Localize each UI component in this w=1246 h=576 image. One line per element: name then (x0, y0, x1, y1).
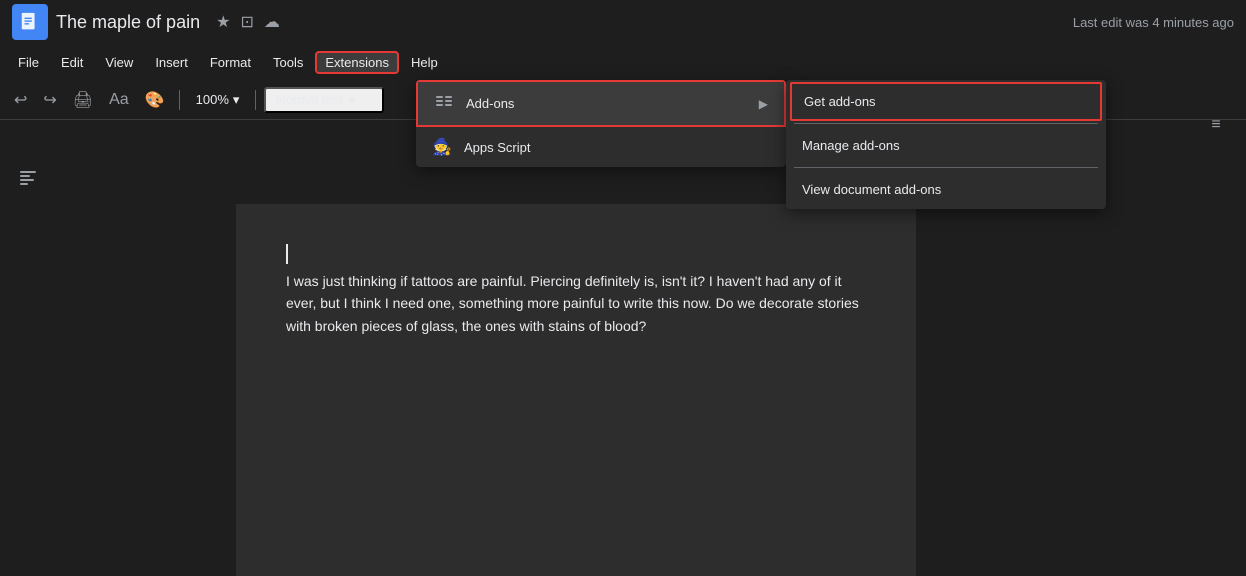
undo-button[interactable]: ↩ (8, 86, 33, 114)
sidebar (0, 144, 56, 576)
menu-file[interactable]: File (8, 51, 49, 74)
apps-script-label: Apps Script (464, 140, 770, 155)
title-bar: The maple of pain ★ ⊡ ☁ Last edit was 4 … (0, 0, 1246, 44)
style-value: Normal text (276, 92, 342, 107)
menu-tools[interactable]: Tools (263, 51, 313, 74)
menu-format[interactable]: Format (200, 51, 261, 74)
zoom-value: 100% (196, 92, 229, 107)
addons-arrow: ▶ (759, 97, 768, 111)
menu-edit[interactable]: Edit (51, 51, 93, 74)
app-icon[interactable] (12, 4, 48, 40)
addons-menu-item[interactable]: Add-ons ▶ (416, 80, 786, 127)
star-icon[interactable]: ★ (216, 12, 230, 32)
cloud-icon[interactable]: ☁ (264, 12, 280, 32)
menu-view[interactable]: View (95, 51, 143, 74)
zoom-arrow: ▾ (233, 92, 240, 108)
text-cursor (286, 244, 288, 264)
doc-body-text[interactable]: I was just thinking if tattoos are painf… (286, 270, 866, 337)
menu-extensions[interactable]: Extensions (315, 51, 399, 74)
line-spacing-icon[interactable]: ≡ (1207, 112, 1224, 138)
submenu-separator-1 (794, 123, 1098, 124)
drive-icon[interactable]: ⊡ (240, 12, 253, 32)
submenu-separator-2 (794, 167, 1098, 168)
apps-script-menu-item[interactable]: 🧙 Apps Script (416, 127, 786, 167)
manage-addons-item[interactable]: Manage add-ons (786, 126, 1106, 165)
doc-page: I was just thinking if tattoos are painf… (236, 204, 916, 576)
addons-label: Add-ons (466, 96, 747, 111)
apps-script-icon: 🧙 (432, 137, 452, 157)
menu-help[interactable]: Help (401, 51, 448, 74)
paint-format-button[interactable]: 🎨 (139, 86, 171, 114)
redo-button[interactable]: ↪ (37, 86, 62, 114)
view-addons-label: View document add-ons (802, 182, 941, 197)
menu-bar: File Edit View Insert Format Tools Exten… (0, 44, 1246, 80)
sidebar-doc-outline[interactable] (10, 160, 46, 196)
spell-check-button[interactable]: Aa (103, 87, 135, 113)
divider-2 (255, 90, 256, 110)
manage-addons-label: Manage add-ons (802, 138, 900, 153)
addons-icon (434, 92, 454, 115)
print-button[interactable]: 🖨 (67, 86, 99, 114)
get-addons-item[interactable]: Get add-ons (790, 82, 1102, 121)
extensions-dropdown: Add-ons ▶ 🧙 Apps Script (416, 80, 786, 167)
divider-1 (179, 90, 180, 110)
menu-insert[interactable]: Insert (145, 51, 198, 74)
get-addons-label: Get add-ons (804, 94, 876, 109)
addons-submenu: Get add-ons Manage add-ons View document… (786, 80, 1106, 209)
style-selector[interactable]: Normal text ▾ (264, 87, 384, 113)
view-addons-item[interactable]: View document add-ons (786, 170, 1106, 209)
zoom-control[interactable]: 100% ▾ (188, 89, 248, 111)
doc-title: The maple of pain (56, 12, 200, 33)
style-arrow: ▾ (349, 92, 356, 108)
last-edit-text: Last edit was 4 minutes ago (1073, 15, 1234, 30)
title-icons: ★ ⊡ ☁ (216, 12, 280, 32)
